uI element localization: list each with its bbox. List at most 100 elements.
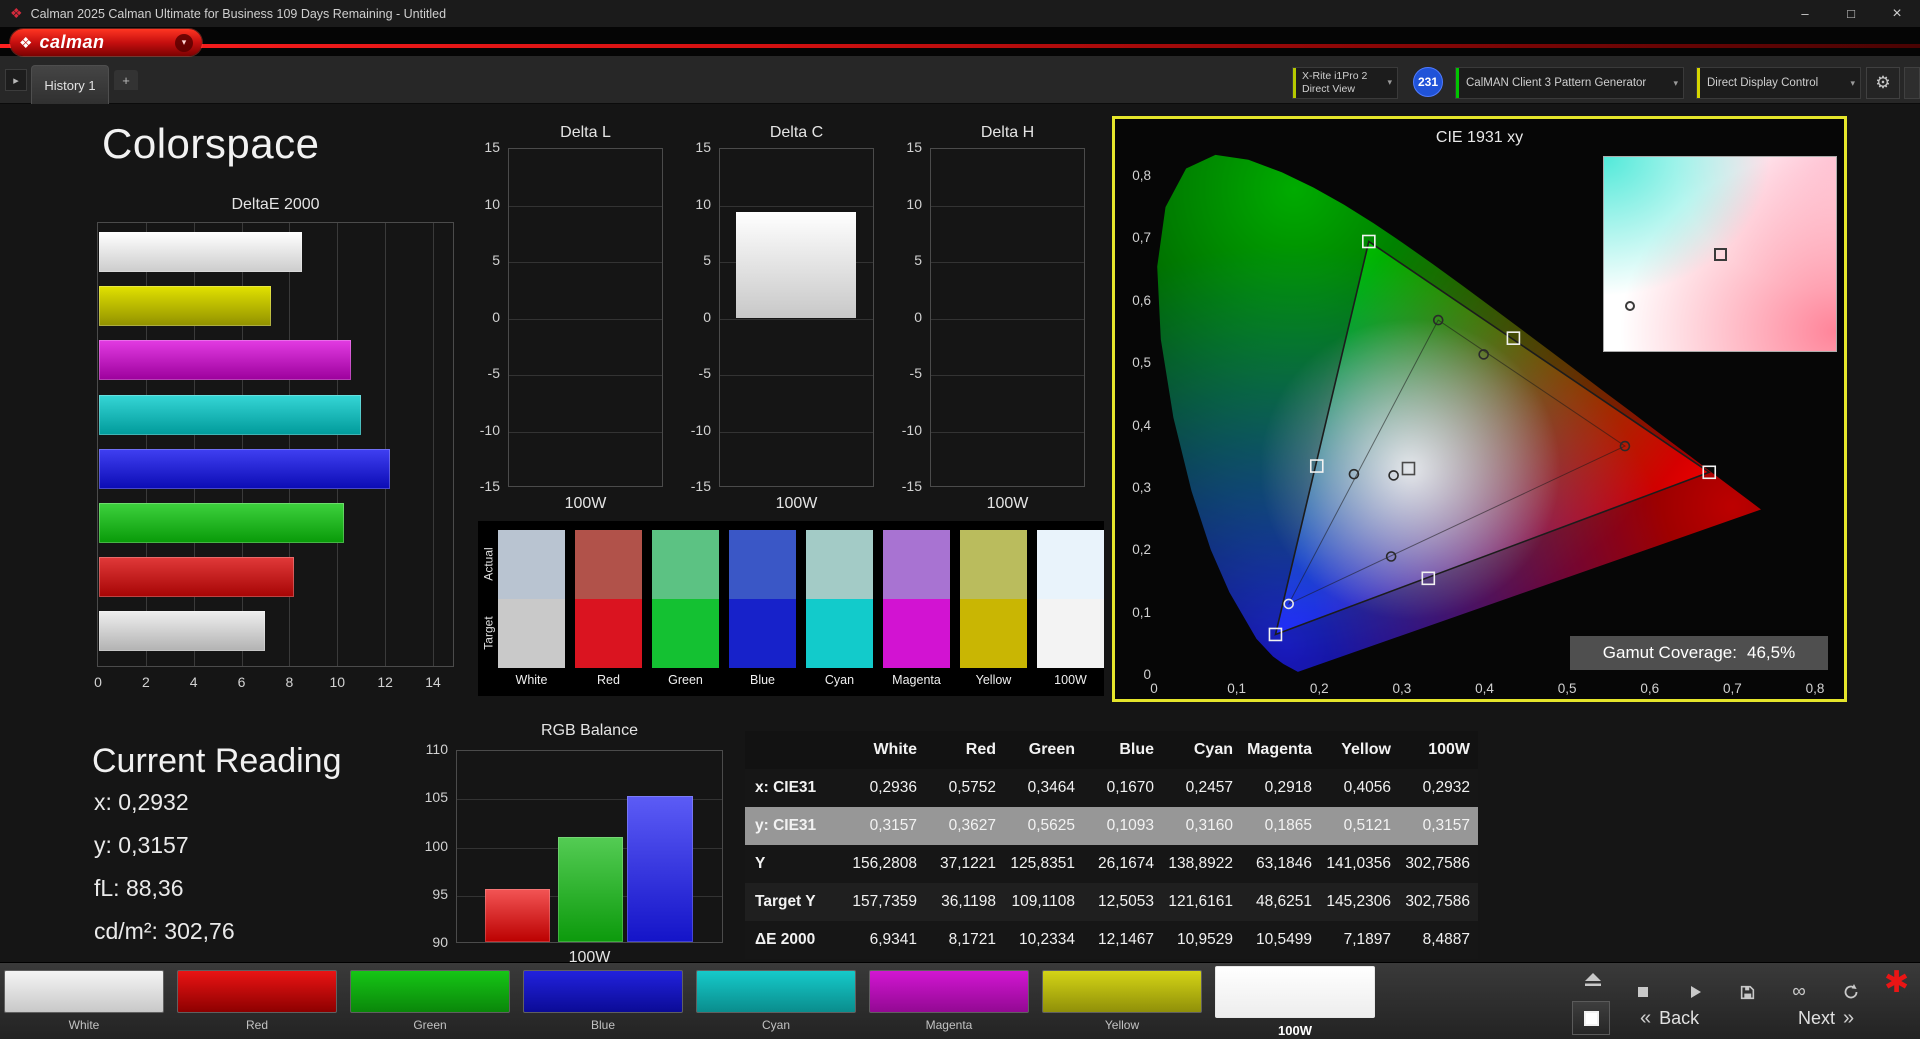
deltae-gridline — [433, 223, 434, 666]
rgb-balance-chart: RGB Balance 110 105 100 95 90 100W — [425, 722, 723, 969]
window-title: Calman 2025 Calman Ultimate for Business… — [30, 6, 447, 21]
minimize-button[interactable]: – — [1782, 0, 1828, 27]
cie-ytick-label: 0,1 — [1132, 604, 1151, 620]
table-cell: 0,4056 — [1343, 779, 1391, 796]
close-button[interactable]: × — [1874, 0, 1920, 27]
delta-ytick-label: 0 — [914, 308, 922, 325]
deltae-chart: 0 2 4 6 8 10 12 14 — [94, 222, 454, 690]
table-row-label: x: CIE31 — [755, 779, 817, 796]
table-cell: 302,7586 — [1405, 893, 1470, 910]
tab-history-1[interactable]: History 1 — [31, 65, 109, 104]
cie-chart-title: CIE 1931 xy — [1435, 129, 1524, 146]
table-cell: 26,1674 — [1097, 855, 1154, 872]
swatch-actual-magenta — [883, 530, 950, 599]
workflow-nav-button[interactable]: ▸ — [5, 69, 27, 91]
display-control-dropdown[interactable]: Direct Display Control ▾ — [1696, 67, 1861, 99]
link-button[interactable]: ∞ — [1786, 979, 1812, 1005]
table-cell: 0,3627 — [948, 817, 996, 834]
delta-xaxis-label: 100W — [564, 495, 607, 512]
delta-gridline — [509, 375, 662, 376]
edge-panel-button[interactable] — [1904, 67, 1920, 99]
delta-ytick-label: -5 — [487, 365, 500, 381]
calman-menu-button[interactable]: ❖ calman ▾ — [10, 29, 202, 56]
maximize-button[interactable]: □ — [1828, 0, 1874, 27]
delta-chart-delta-l: Delta L 15 10 5 0 -5 -10 -15 100W — [480, 124, 663, 512]
table-row-label: Y — [755, 855, 766, 872]
table-cell: 0,2457 — [1185, 779, 1233, 796]
table-row--e-2000[interactable]: ΔE 2000 6,9341 8,1721 10,2334 12,1467 10,9529… — [745, 921, 1478, 959]
delta-ytick-label: -10 — [901, 421, 922, 438]
measurement-table: White Red Green Blue Cyan Magenta Yellow 100W x:… — [745, 731, 1478, 959]
cie-xtick-label: 0,5 — [1557, 681, 1577, 696]
pattern-label: White — [68, 1018, 100, 1032]
display-control-text: Direct Display Control — [1707, 77, 1819, 89]
table-cell: 0,5625 — [1027, 817, 1075, 834]
delta-gridline — [509, 318, 662, 320]
table-header-row: White Red Green Blue Cyan Magenta Yellow 100W — [745, 731, 1478, 769]
save-button[interactable] — [1734, 979, 1760, 1005]
delta-gridline — [509, 205, 662, 207]
cie-ytick-label: 0,8 — [1132, 168, 1151, 183]
reading-fl: fL: 88,36 — [94, 875, 184, 901]
delta-ytick-label: 5 — [703, 252, 711, 268]
pattern-generator-accent — [1456, 68, 1459, 98]
delta-chart-title: Delta H — [980, 124, 1035, 141]
add-tab-button[interactable]: + — [114, 70, 138, 90]
actual-row-label: Actual — [481, 547, 496, 581]
settings-gear-button[interactable]: ⚙ — [1866, 67, 1900, 99]
pattern-button-green[interactable]: Green — [350, 970, 510, 1032]
pattern-button-100w[interactable]: 100W — [1215, 966, 1375, 1038]
table-row-y[interactable]: Y 156,2808 37,1221 125,8351 26,1674 138,8922 6… — [745, 845, 1478, 883]
pattern-swatch — [1215, 966, 1375, 1018]
pattern-label: Magenta — [925, 1018, 973, 1032]
table-cell: 0,1093 — [1106, 817, 1154, 834]
swatch-target-cyan — [806, 599, 873, 668]
table-row-y-cie31[interactable]: y: CIE31 0,3157 0,3627 0,5625 0,1093 0,3160 0,… — [745, 807, 1478, 845]
pattern-button-blue[interactable]: Blue — [523, 970, 683, 1032]
pattern-button-white[interactable]: White — [4, 970, 164, 1032]
calman-menu-caret-icon: ▾ — [175, 33, 193, 52]
delta-xaxis-label: 100W — [986, 495, 1029, 512]
pattern-window-button[interactable] — [1572, 1001, 1610, 1035]
table-row-target-y[interactable]: Target Y 157,7359 36,1198 109,1108 12,5053 12… — [745, 883, 1478, 921]
pattern-button-cyan[interactable]: Cyan — [696, 970, 856, 1032]
delta-chart-delta-h: Delta H 15 10 5 0 -5 -10 -15 100W — [902, 124, 1085, 512]
rgb-bar-red — [485, 889, 550, 942]
play-button[interactable] — [1682, 979, 1708, 1005]
delta-gridline — [931, 262, 1084, 263]
table-cell: 0,1865 — [1264, 817, 1312, 834]
table-cell: 0,5752 — [948, 779, 996, 796]
delta-ytick-label: 10 — [695, 195, 711, 212]
cie-xtick-label: 0,4 — [1475, 681, 1494, 696]
table-cell: 121,6161 — [1168, 893, 1233, 910]
delta-gridline — [720, 431, 873, 433]
stop-button[interactable] — [1630, 979, 1656, 1005]
table-cell: 8,4887 — [1422, 931, 1470, 948]
table-cell: 0,2918 — [1264, 779, 1312, 796]
table-row-x-cie31[interactable]: x: CIE31 0,2936 0,5752 0,3464 0,1670 0,2457 0,… — [745, 769, 1478, 807]
back-button[interactable]: « Back — [1640, 1007, 1699, 1030]
deltae-gridline — [289, 223, 291, 666]
swatch-actual-cyan — [806, 530, 873, 599]
pattern-button-yellow[interactable]: Yellow — [1042, 970, 1202, 1032]
refresh-button[interactable] — [1838, 979, 1864, 1005]
meter-selector-dropdown[interactable]: X-Rite i1Pro 2 Direct View ▾ — [1292, 67, 1398, 99]
next-button[interactable]: Next » — [1798, 1007, 1854, 1030]
cie-ytick-label: 0,3 — [1132, 479, 1151, 495]
pattern-button-red[interactable]: Red — [177, 970, 337, 1032]
pattern-label: Red — [245, 1018, 268, 1032]
delta-ytick-label: -15 — [479, 478, 500, 494]
cie-ytick-label: 0,2 — [1132, 542, 1151, 558]
table-cell: 12,1467 — [1097, 931, 1154, 948]
eject-icon[interactable] — [1583, 973, 1603, 987]
delta-value-block — [736, 212, 856, 319]
pattern-button-magenta[interactable]: Magenta — [869, 970, 1029, 1032]
deltae-bar-100w — [99, 611, 265, 652]
delta-ytick-label: 0 — [703, 308, 711, 325]
rgb-bar-blue — [627, 795, 693, 942]
back-label: Back — [1659, 1008, 1700, 1028]
table-column-header: Magenta — [1247, 741, 1312, 758]
pattern-generator-dropdown[interactable]: CalMAN Client 3 Pattern Generator ▾ — [1455, 67, 1684, 99]
delta-xaxis-label: 100W — [775, 495, 818, 512]
deltae-xtick-label: 10 — [329, 674, 346, 690]
